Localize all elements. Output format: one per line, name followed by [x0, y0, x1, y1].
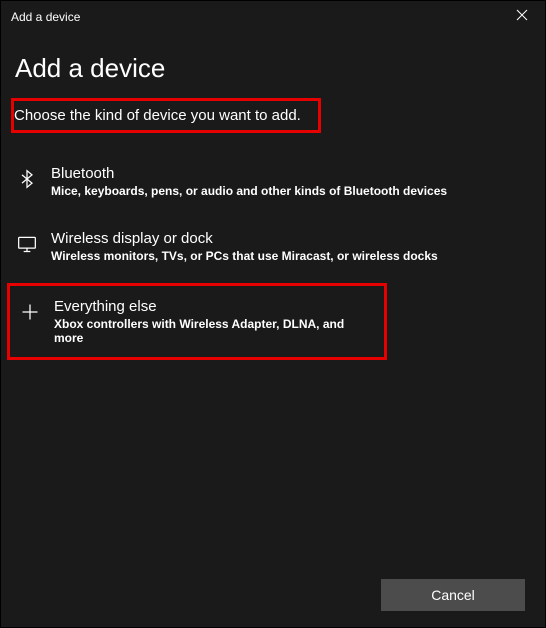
- dialog-footer: Cancel: [1, 563, 545, 627]
- option-desc: Mice, keyboards, pens, or audio and othe…: [51, 184, 447, 198]
- option-text: Bluetooth Mice, keyboards, pens, or audi…: [51, 165, 447, 198]
- option-wireless-display[interactable]: Wireless display or dock Wireless monito…: [7, 218, 531, 275]
- close-icon: [516, 8, 528, 26]
- window-title: Add a device: [11, 10, 80, 24]
- titlebar: Add a device: [1, 1, 545, 33]
- option-desc: Wireless monitors, TVs, or PCs that use …: [51, 249, 438, 263]
- option-title: Bluetooth: [51, 165, 447, 182]
- option-title: Everything else: [54, 298, 376, 315]
- subtitle-highlight: Choose the kind of device you want to ad…: [11, 98, 321, 133]
- add-device-dialog: Add a device Add a device Choose the kin…: [0, 0, 546, 628]
- page-title: Add a device: [15, 53, 531, 84]
- option-text: Wireless display or dock Wireless monito…: [51, 230, 438, 263]
- page-subtitle: Choose the kind of device you want to ad…: [14, 107, 310, 124]
- cancel-button[interactable]: Cancel: [381, 579, 525, 611]
- dialog-content: Add a device Choose the kind of device y…: [1, 33, 545, 563]
- monitor-icon: [15, 232, 39, 256]
- device-list: Bluetooth Mice, keyboards, pens, or audi…: [7, 153, 531, 368]
- plus-icon: [18, 300, 42, 324]
- option-title: Wireless display or dock: [51, 230, 438, 247]
- bluetooth-icon: [15, 167, 39, 191]
- close-button[interactable]: [499, 1, 545, 33]
- option-desc: Xbox controllers with Wireless Adapter, …: [54, 317, 376, 345]
- option-everything-else[interactable]: Everything else Xbox controllers with Wi…: [7, 283, 387, 360]
- option-bluetooth[interactable]: Bluetooth Mice, keyboards, pens, or audi…: [7, 153, 531, 210]
- option-text: Everything else Xbox controllers with Wi…: [54, 298, 376, 345]
